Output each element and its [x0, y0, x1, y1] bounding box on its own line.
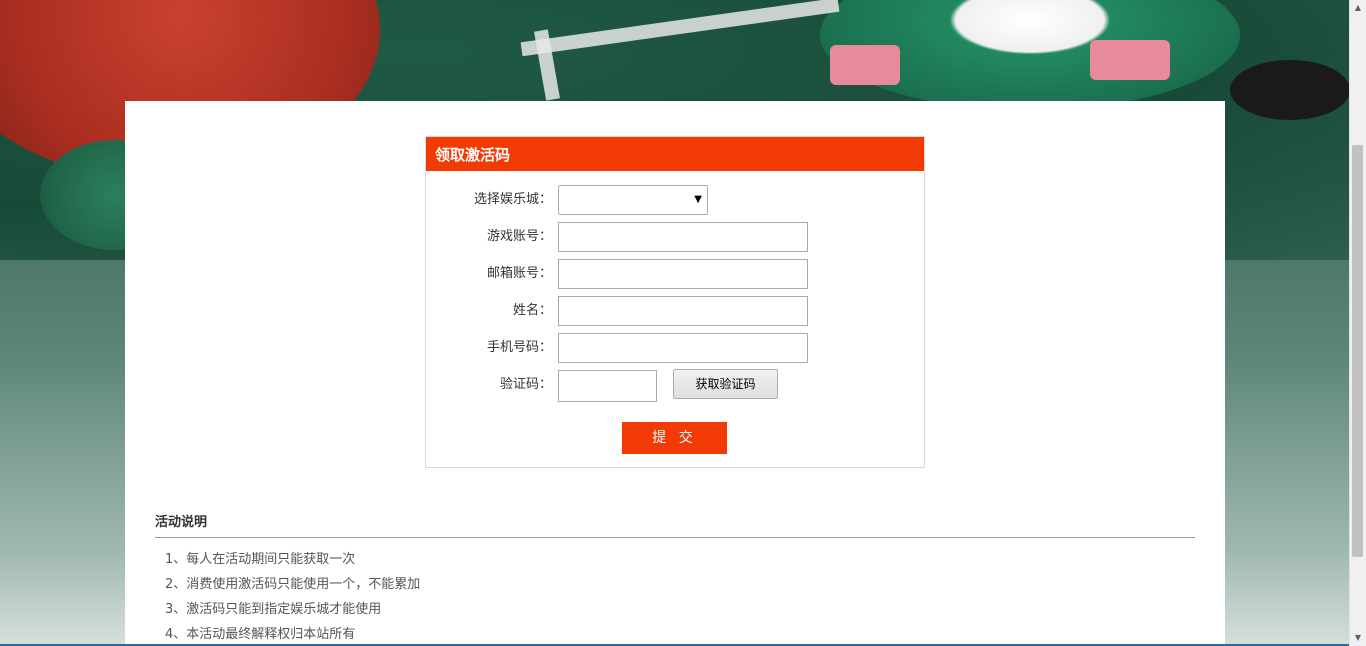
description-title: 活动说明 [155, 515, 208, 530]
form-row-code: 验证码： 获取验证码 [426, 369, 924, 402]
list-item: 3、激活码只能到指定娱乐城才能使用 [165, 602, 382, 617]
casino-label: 选择娱乐城： [473, 192, 552, 207]
background-shadow [1230, 60, 1350, 120]
scroll-down-icon[interactable]: ▼ [1350, 630, 1366, 646]
verification-code-input[interactable] [558, 370, 657, 402]
vertical-scrollbar[interactable]: ▲ ▼ [1349, 0, 1366, 646]
list-item: 4、本活动最终解释权归本站所有 [165, 627, 356, 642]
page-viewport: 领取激活码 选择娱乐城： ▼ 游戏账号： 邮箱账号： 姓名： 手机号码： 验证码… [0, 0, 1366, 646]
form-row-name: 姓名： [426, 296, 924, 326]
name-input[interactable] [558, 296, 808, 326]
list-item: 1、每人在活动期间只能获取一次 [165, 552, 356, 567]
caret-down-icon: ▼ [694, 194, 702, 205]
background-chip-marker [1090, 40, 1170, 80]
account-label: 游戏账号： [486, 229, 552, 244]
form-title: 领取激活码 [426, 137, 924, 171]
form-row-account: 游戏账号： [426, 222, 924, 252]
background-felt-line [520, 0, 840, 57]
name-label: 姓名： [512, 303, 552, 318]
description-divider [155, 537, 1195, 538]
form-row-casino: 选择娱乐城： ▼ [426, 185, 924, 215]
scroll-up-icon[interactable]: ▲ [1350, 0, 1366, 16]
get-code-button[interactable]: 获取验证码 [673, 369, 778, 399]
form-row-phone: 手机号码： [426, 333, 924, 363]
casino-select[interactable]: ▼ [558, 185, 708, 215]
phone-label: 手机号码： [486, 340, 552, 355]
scrollbar-thumb[interactable] [1352, 145, 1363, 557]
email-input[interactable] [558, 259, 808, 289]
activation-code-form: 领取激活码 选择娱乐城： ▼ 游戏账号： 邮箱账号： 姓名： 手机号码： 验证码… [425, 136, 925, 468]
account-input[interactable] [558, 222, 808, 252]
main-content-panel: 领取激活码 选择娱乐城： ▼ 游戏账号： 邮箱账号： 姓名： 手机号码： 验证码… [125, 101, 1225, 646]
submit-button[interactable]: 提 交 [622, 422, 727, 454]
code-label: 验证码： [499, 377, 552, 392]
background-chip-marker [830, 45, 900, 85]
phone-input[interactable] [558, 333, 808, 363]
description-list: 1、每人在活动期间只能获取一次 2、消费使用激活码只能使用一个，不能累加 3、激… [165, 547, 420, 646]
email-label: 邮箱账号： [486, 266, 552, 281]
list-item: 2、消费使用激活码只能使用一个，不能累加 [165, 577, 421, 592]
form-row-email: 邮箱账号： [426, 259, 924, 289]
